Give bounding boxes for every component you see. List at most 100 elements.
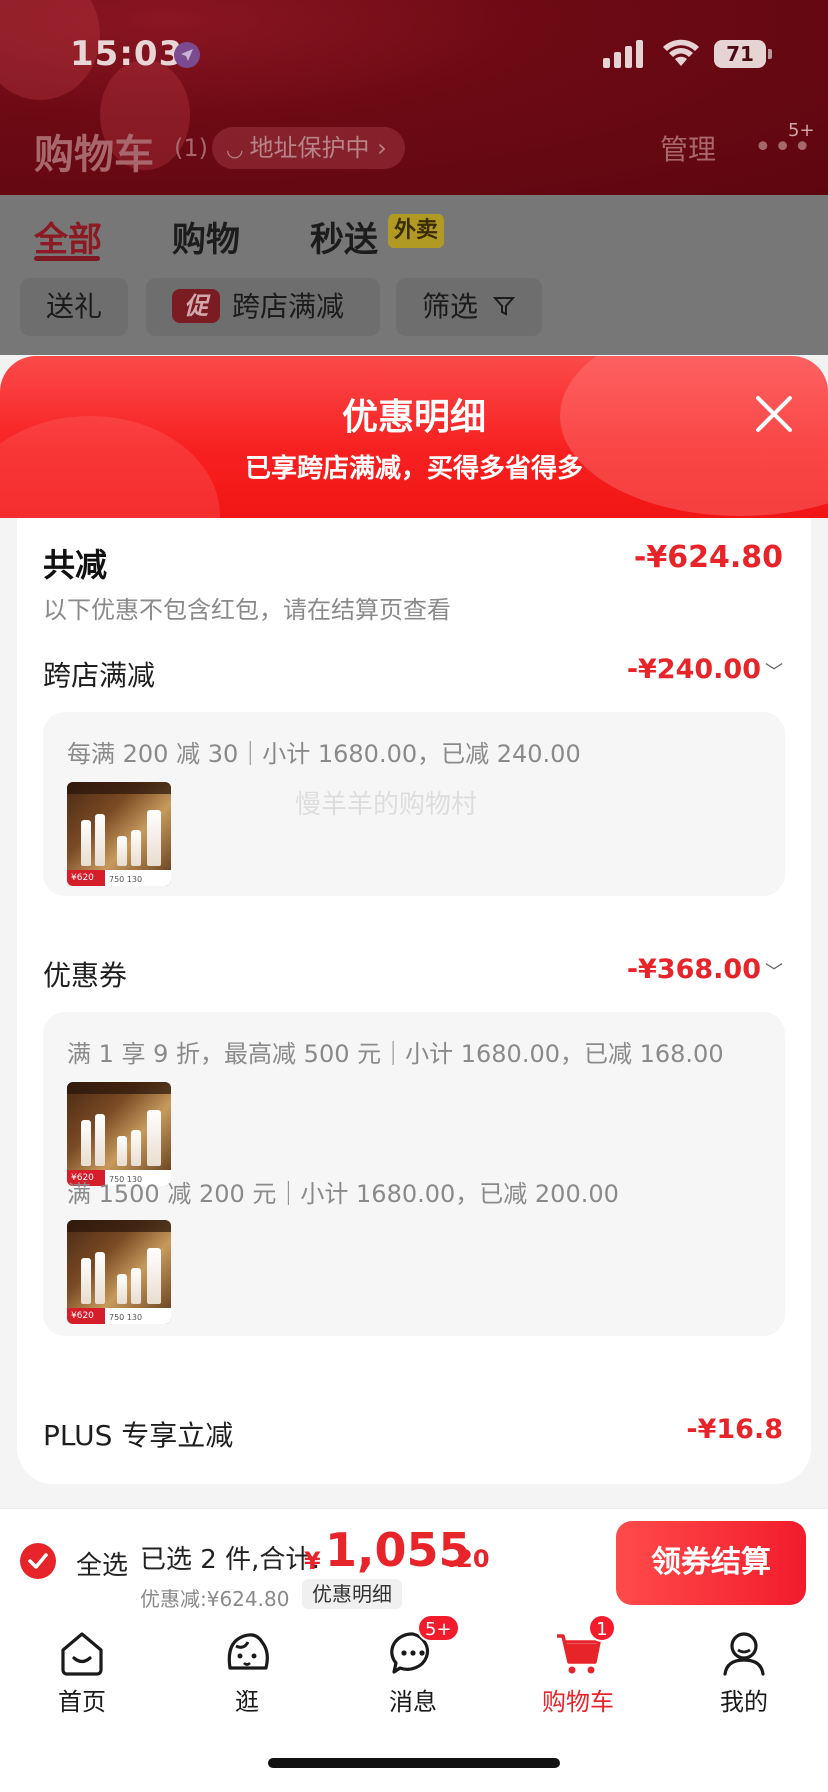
price-currency: ¥ (304, 1547, 321, 1575)
stroll-face-icon (227, 1633, 269, 1670)
address-protection-label: 地址保护中 › (249, 134, 387, 162)
thumb-price-mid: 750 (109, 1313, 125, 1322)
chevron-down-icon: ﹀ (765, 962, 783, 983)
thumb-bottle (117, 1274, 127, 1304)
thumb-bottle (131, 1268, 141, 1304)
thumb-bottle (117, 1136, 127, 1166)
watermark: 慢羊羊的购物村 (295, 790, 478, 820)
checkout-bar: 全选 已选 2 件,合计: ¥ 1,055 .20 优惠减:¥624.80 优惠… (0, 1508, 828, 1612)
discount-detail-link[interactable]: 优惠明细 (302, 1579, 402, 1609)
thumb-price-right: 130 (126, 875, 143, 884)
plus-discount-label: PLUS 专享立减 (43, 1419, 234, 1452)
profile-icon (723, 1632, 765, 1676)
thumb-banner (67, 1220, 171, 1232)
discount-note: 以下优惠不包含红包，请在结算页查看 (43, 596, 451, 624)
price-decimal: .20 (447, 1545, 490, 1573)
location-arrow-icon (174, 42, 200, 68)
thumb-bottle (95, 814, 105, 866)
thumb-bottle (95, 1252, 105, 1304)
plus-discount-amount: -¥16.8 (686, 1414, 783, 1445)
signal-icon (603, 40, 643, 68)
thumb-price-text: 750 130 (109, 1313, 142, 1322)
product-thumbnail[interactable]: ¥620 750 130 (67, 1082, 171, 1186)
tabbar-stroll[interactable]: 逛 (187, 1612, 307, 1722)
thumb-bottle (131, 1130, 141, 1166)
active-tab-underline (34, 256, 100, 261)
shield-smile-icon: ◡ (226, 137, 244, 161)
thumb-bottle (95, 1114, 105, 1166)
more-badge: 5+ (788, 120, 815, 141)
thumb-bottle (147, 1110, 161, 1166)
sheet-title: 优惠明细 (341, 397, 486, 438)
sheet-subtitle: 已享跨店满减，买得多省得多 (244, 454, 583, 484)
filter-label: 筛选 (422, 290, 479, 323)
checkout-button[interactable]: 领券结算 (616, 1521, 806, 1605)
coupon-detail-text-2: 满 1500 减 200 元｜小计 1680.00，已减 200.00 (67, 1180, 619, 1208)
thumb-bottle (117, 836, 127, 866)
funnel-icon (492, 297, 516, 316)
thumb-bottle (81, 1258, 91, 1304)
cart-badge: 1 (588, 1614, 616, 1642)
thumb-price-red: ¥620 (67, 870, 105, 886)
address-protection-pill[interactable]: ◡ 地址保护中 › (212, 127, 405, 169)
page-title: 购物车 (34, 132, 154, 178)
coupon-detail-text-1: 满 1 享 9 折，最高减 500 元｜小计 1680.00，已减 168.00 (67, 1040, 724, 1068)
tabbar-messages-label: 消息 (389, 1688, 437, 1716)
cross-store-amount-value: -¥240.00 (626, 654, 761, 685)
product-thumbnail[interactable]: ¥620 750 130 (67, 1220, 171, 1324)
tab-instant-delivery[interactable]: 秒送 (310, 212, 378, 261)
filter-button[interactable]: 筛选 (396, 278, 542, 336)
home-icon (61, 1632, 103, 1676)
battery-indicator: 71 (714, 40, 766, 68)
selected-summary: 已选 2 件,合计: (140, 1545, 321, 1575)
status-time: 15:03 (70, 34, 184, 74)
coupon-amount-value: -¥368.00 (626, 954, 761, 985)
thumb-price-right: 130 (126, 1313, 143, 1322)
thumb-bottle (147, 1248, 161, 1304)
thumb-banner (67, 1082, 171, 1094)
manage-button[interactable]: 管理 (660, 128, 716, 168)
tabbar-home-label: 首页 (58, 1688, 106, 1716)
home-indicator[interactable] (268, 1758, 560, 1768)
filter-cross-store[interactable]: 促跨店满减 (146, 278, 380, 336)
tabbar-cart[interactable]: 1 购物车 (518, 1612, 638, 1722)
total-discount-label: 共减 (43, 546, 108, 584)
wifi-icon (663, 39, 699, 66)
chevron-down-icon: ﹀ (765, 662, 783, 683)
tab-shopping[interactable]: 购物 (172, 212, 240, 261)
select-all-checkbox[interactable] (20, 1543, 56, 1579)
coupon-label: 优惠券 (43, 959, 128, 992)
tabbar-profile-label: 我的 (720, 1688, 768, 1716)
battery-tip (768, 49, 772, 59)
messages-badge: 5+ (417, 1614, 460, 1642)
cart-count: (1) (174, 134, 208, 162)
checkmark-icon (28, 1553, 48, 1569)
tabbar-messages[interactable]: 5+ 消息 (353, 1612, 473, 1722)
tab-all[interactable]: 全部 (34, 212, 102, 261)
cross-store-label: 跨店满减 (43, 659, 156, 692)
thumb-price-red: ¥620 (67, 1308, 105, 1324)
thumb-bottle (147, 810, 161, 866)
tabbar-stroll-label: 逛 (235, 1688, 259, 1716)
filter-cross-store-label: 跨店满减 (232, 290, 345, 323)
takeout-badge: 外卖 (388, 214, 445, 248)
filter-gift[interactable]: 送礼 (20, 278, 128, 336)
select-all-label[interactable]: 全选 (76, 1545, 128, 1582)
promo-tag: 促 (172, 289, 220, 323)
thumb-bottle (81, 820, 91, 866)
thumb-price-text: 750 130 (109, 875, 142, 884)
discount-sheet-body: 共减 -¥624.80 以下优惠不包含红包，请在结算页查看 跨店满减 -¥240… (0, 518, 828, 1508)
discount-sheet-header: 优惠明细 已享跨店满减，买得多省得多 (0, 356, 828, 528)
product-thumbnail[interactable]: ¥620 750 130 (67, 782, 171, 886)
discount-summary: 优惠减:¥624.80 (140, 1587, 290, 1611)
thumb-bottle (131, 830, 141, 866)
coupon-amount[interactable]: -¥368.00 ﹀ (627, 954, 783, 985)
thumb-banner (67, 782, 171, 794)
tabbar-profile[interactable]: 我的 (684, 1612, 804, 1722)
cross-store-detail-text: 每满 200 减 30｜小计 1680.00，已减 240.00 (67, 740, 581, 768)
discount-card: 共减 -¥624.80 以下优惠不包含红包，请在结算页查看 跨店满减 -¥240… (17, 518, 811, 1484)
tabbar-cart-label: 购物车 (542, 1688, 614, 1716)
tabbar-home[interactable]: 首页 (22, 1612, 142, 1722)
cross-store-amount[interactable]: -¥240.00 ﹀ (627, 654, 783, 685)
close-icon[interactable] (752, 392, 796, 436)
